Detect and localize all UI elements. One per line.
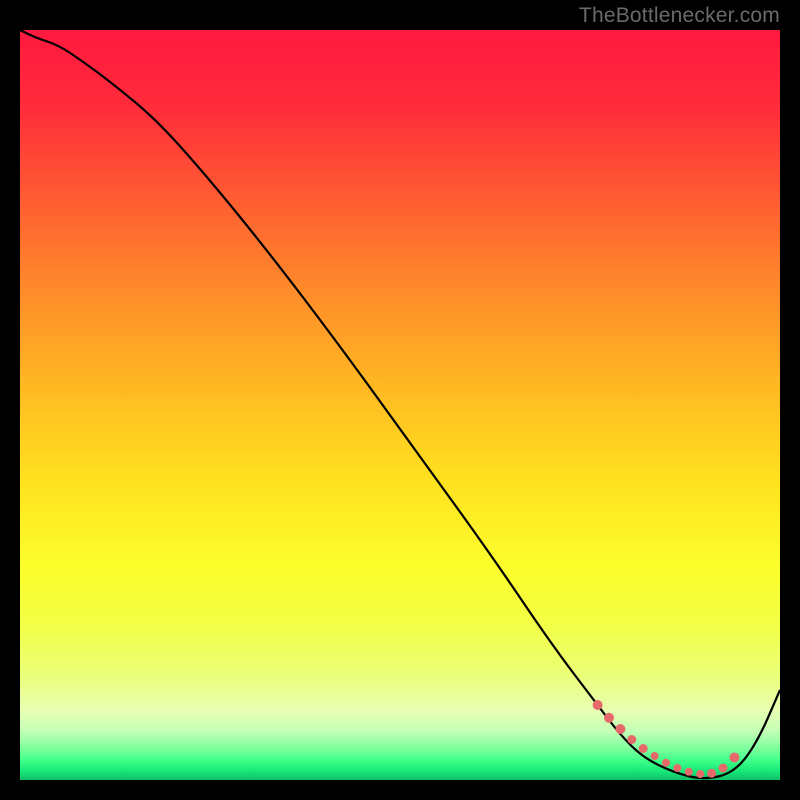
highlight-dot bbox=[651, 752, 659, 760]
highlight-dot bbox=[729, 753, 739, 763]
curve-layer bbox=[20, 30, 780, 780]
highlight-dot bbox=[707, 769, 716, 778]
highlight-dot bbox=[673, 764, 681, 772]
highlight-dot bbox=[685, 768, 693, 776]
highlight-dot bbox=[696, 770, 704, 778]
highlight-dot bbox=[719, 764, 728, 773]
chart-frame: TheBottlenecker.com bbox=[0, 0, 800, 800]
plot-area bbox=[20, 30, 780, 780]
highlight-dot bbox=[615, 724, 625, 734]
highlight-dot bbox=[604, 713, 614, 723]
bottleneck-curve bbox=[20, 30, 780, 778]
highlight-dot bbox=[639, 744, 648, 753]
watermark-text: TheBottlenecker.com bbox=[579, 4, 780, 28]
highlight-dot bbox=[627, 735, 636, 744]
highlight-dot bbox=[593, 700, 603, 710]
highlight-dots bbox=[593, 700, 740, 778]
highlight-dot bbox=[662, 759, 670, 767]
